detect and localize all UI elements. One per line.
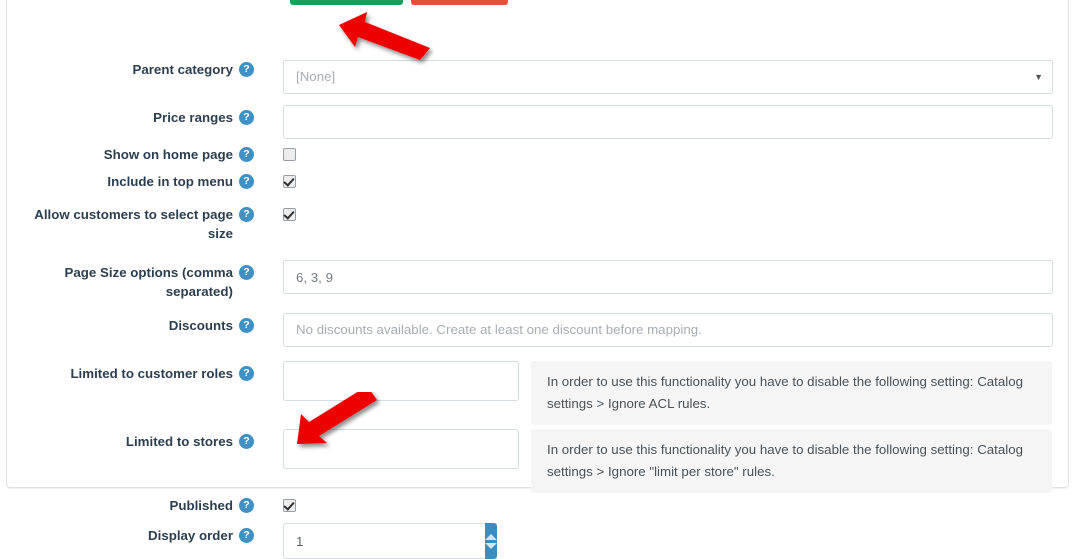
row-limited-to-stores: Limited to stores ? In order to use this… — [0, 417, 1075, 493]
row-include-in-top-menu: Include in top menu ? — [0, 172, 1075, 205]
help-icon-limited-to-stores[interactable]: ? — [239, 434, 254, 449]
help-icon-allow-select-page-size[interactable]: ? — [239, 207, 254, 222]
control-cell-display-order — [254, 518, 1075, 559]
label-cell-include-in-top-menu: Include in top menu ? — [0, 172, 254, 191]
control-cell-show-on-home-page — [254, 145, 1075, 161]
category-form: Parent category ? [None] ▼ Price ranges … — [0, 60, 1075, 559]
include-in-top-menu-label: Include in top menu — [107, 174, 233, 189]
control-cell-include-in-top-menu — [254, 172, 1075, 188]
label-cell-limited-to-stores: Limited to stores ? — [0, 417, 254, 451]
published-checkbox[interactable] — [283, 499, 296, 512]
row-display-order: Display order ? — [0, 518, 1075, 559]
limited-to-stores-info: In order to use this functionality you h… — [531, 429, 1052, 493]
page-size-options-input[interactable] — [283, 260, 1053, 294]
limited-to-customer-roles-multiselect[interactable] — [283, 361, 519, 401]
control-cell-published — [254, 496, 1075, 512]
limited-to-stores-multiselect[interactable] — [283, 429, 519, 469]
save-button[interactable]: Save — [290, 0, 403, 5]
label-cell-allow-select-page-size: Allow customers to select page size ? — [0, 205, 254, 243]
label-cell-display-order: Display order ? — [0, 518, 254, 545]
help-icon-discounts[interactable]: ? — [239, 318, 254, 333]
control-cell-limited-to-customer-roles: In order to use this functionality you h… — [254, 355, 1075, 425]
limited-to-customer-roles-info: In order to use this functionality you h… — [531, 361, 1052, 425]
limited-to-customer-roles-label: Limited to customer roles — [70, 366, 233, 381]
help-icon-parent-category[interactable]: ? — [239, 62, 254, 77]
help-icon-price-ranges[interactable]: ? — [239, 110, 254, 125]
row-show-on-home-page: Show on home page ? — [0, 139, 1075, 172]
help-icon-limited-to-customer-roles[interactable]: ? — [239, 366, 254, 381]
control-cell-discounts: No discounts available. Create at least … — [254, 308, 1075, 347]
help-icon-published[interactable]: ? — [239, 498, 254, 513]
help-icon-show-on-home-page[interactable]: ? — [239, 147, 254, 162]
row-limited-to-customer-roles: Limited to customer roles ? In order to … — [0, 355, 1075, 425]
row-allow-select-page-size: Allow customers to select page size ? — [0, 205, 1075, 257]
display-order-spin-buttons — [485, 523, 497, 559]
control-cell-page-size-options — [254, 257, 1075, 294]
help-icon-page-size-options[interactable]: ? — [239, 265, 254, 280]
label-cell-parent-category: Parent category ? — [0, 60, 254, 79]
limited-to-stores-label: Limited to stores — [125, 434, 233, 449]
show-on-home-page-label: Show on home page — [103, 147, 233, 162]
discounts-label: Discounts — [168, 318, 233, 333]
row-price-ranges: Price ranges ? — [0, 100, 1075, 139]
row-parent-category: Parent category ? [None] ▼ — [0, 60, 1075, 100]
allow-select-page-size-label: Allow customers to select page size — [34, 207, 233, 241]
control-cell-parent-category: [None] ▼ — [254, 60, 1075, 94]
help-icon-display-order[interactable]: ? — [239, 528, 254, 543]
label-cell-price-ranges: Price ranges ? — [0, 100, 254, 127]
control-cell-allow-select-page-size — [254, 205, 1075, 221]
help-icon-include-in-top-menu[interactable]: ? — [239, 174, 254, 189]
label-cell-page-size-options: Page Size options (comma separated) ? — [0, 257, 254, 301]
display-order-label: Display order — [148, 528, 233, 543]
show-on-home-page-checkbox[interactable] — [283, 148, 296, 161]
label-cell-discounts: Discounts ? — [0, 308, 254, 335]
page-size-options-label: Page Size options (comma separated) — [64, 265, 233, 299]
discounts-empty-message: No discounts available. Create at least … — [283, 313, 1053, 347]
display-order-stepper[interactable] — [283, 523, 497, 559]
delete-button[interactable]: Delete — [411, 0, 508, 5]
stepper-down-icon[interactable] — [485, 542, 497, 549]
row-discounts: Discounts ? No discounts available. Crea… — [0, 308, 1075, 355]
published-label: Published — [169, 498, 233, 513]
include-in-top-menu-checkbox[interactable] — [283, 175, 296, 188]
label-cell-show-on-home-page: Show on home page ? — [0, 145, 254, 164]
parent-category-label: Parent category — [132, 62, 233, 77]
stepper-up-icon[interactable] — [485, 533, 497, 540]
control-cell-limited-to-stores: In order to use this functionality you h… — [254, 417, 1075, 493]
display-order-input[interactable] — [283, 523, 485, 559]
parent-category-select[interactable]: [None] — [283, 60, 1053, 94]
label-cell-limited-to-customer-roles: Limited to customer roles ? — [0, 355, 254, 383]
parent-category-select-wrap[interactable]: [None] ▼ — [283, 60, 1053, 94]
label-cell-published: Published ? — [0, 496, 254, 515]
row-page-size-options: Page Size options (comma separated) ? — [0, 257, 1075, 308]
allow-select-page-size-checkbox[interactable] — [283, 208, 296, 221]
form-actions: Save Delete — [290, 0, 508, 5]
price-ranges-label: Price ranges — [153, 110, 233, 125]
control-cell-price-ranges — [254, 100, 1075, 139]
price-ranges-input[interactable] — [283, 105, 1053, 139]
